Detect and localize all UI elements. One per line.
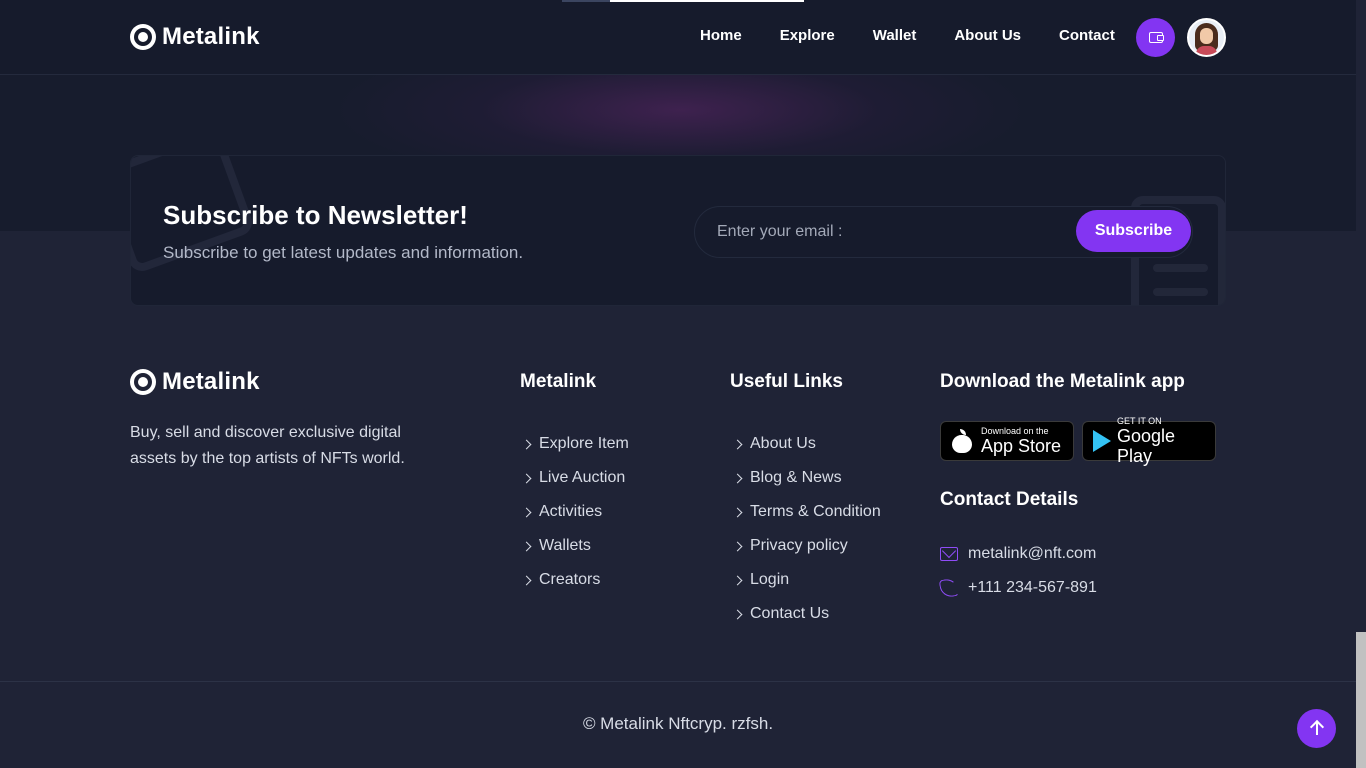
nav-home[interactable]: Home (700, 27, 742, 44)
nav-about-us[interactable]: About Us (954, 27, 1021, 44)
google-play-button[interactable]: GET IT ON Google Play (1082, 416, 1216, 466)
chevron-right-icon (732, 439, 743, 449)
footer-link-live-auction[interactable]: Live Auction (521, 461, 629, 495)
footer-logo[interactable]: Metalink (130, 368, 260, 396)
nav-explore[interactable]: Explore (780, 27, 835, 44)
wallet-button[interactable] (1136, 18, 1175, 57)
chevron-right-icon (732, 575, 743, 585)
chevron-right-icon (732, 507, 743, 517)
chevron-right-icon (521, 473, 532, 483)
metalink-logo-icon (130, 369, 156, 395)
header-logo[interactable]: Metalink (130, 23, 260, 51)
avatar-body (1196, 46, 1217, 55)
app-store-button[interactable]: Download on the App Store (940, 421, 1074, 461)
contact-details-title: Contact Details (940, 489, 1079, 510)
footer-links-metalink: Explore Item Live Auction Activities Wal… (521, 427, 629, 597)
chevron-right-icon (732, 473, 743, 483)
main-nav: Home Explore Wallet About Us Contact (700, 27, 1153, 44)
chevron-right-icon (521, 507, 532, 517)
google-play-small-text: GET IT ON (1117, 416, 1162, 426)
nav-wallet[interactable]: Wallet (873, 27, 917, 44)
newsletter-card: Subscribe to Newsletter! Subscribe to ge… (130, 155, 1226, 306)
chevron-right-icon (732, 609, 743, 619)
footer-link-login[interactable]: Login (732, 563, 881, 597)
user-avatar[interactable] (1187, 18, 1226, 57)
footer-link-contact-us[interactable]: Contact Us (732, 597, 881, 631)
site-header: Metalink Home Explore Wallet About Us Co… (0, 0, 1356, 75)
footer-link-terms[interactable]: Terms & Condition (732, 495, 881, 529)
app-store-big-text: App Store (981, 436, 1062, 456)
footer-link-privacy[interactable]: Privacy policy (732, 529, 881, 563)
google-play-big-text: Google Play (1117, 426, 1176, 466)
footer-link-about-us[interactable]: About Us (732, 427, 881, 461)
footer-link-activities[interactable]: Activities (521, 495, 629, 529)
app-store-small-text: Download on the (981, 426, 1049, 436)
footer-brand-name: Metalink (162, 368, 260, 395)
download-app-title: Download the Metalink app (940, 371, 1185, 392)
brand-name: Metalink (162, 23, 260, 50)
avatar-face (1200, 28, 1213, 44)
metalink-logo-icon (130, 24, 156, 50)
subscribe-button[interactable]: Subscribe (1076, 210, 1191, 252)
mail-icon (940, 547, 958, 561)
footer-link-explore-item[interactable]: Explore Item (521, 427, 629, 461)
footer-link-blog-news[interactable]: Blog & News (732, 461, 881, 495)
scrollbar-thumb[interactable] (1356, 632, 1366, 768)
chevron-right-icon (521, 541, 532, 551)
contact-phone[interactable]: +111 234-567-891 (938, 577, 1097, 599)
nav-contact[interactable]: Contact (1059, 27, 1115, 44)
top-progress-bar (562, 0, 804, 2)
wallet-icon (1148, 32, 1164, 43)
newsletter-title: Subscribe to Newsletter! (163, 200, 468, 230)
back-to-top-button[interactable] (1297, 709, 1336, 748)
footer-description: Buy, sell and discover exclusive digital… (130, 424, 405, 467)
copyright-text: © Metalink Nftcryp. rzfsh. (582, 714, 774, 733)
chevron-right-icon (732, 541, 743, 551)
arrow-up-icon (1315, 722, 1318, 735)
apple-icon (951, 429, 972, 453)
google-play-icon (1093, 430, 1111, 452)
chevron-right-icon (521, 575, 532, 585)
footer-links-useful: About Us Blog & News Terms & Condition P… (732, 427, 881, 631)
newsletter-subtitle: Subscribe to get latest updates and info… (163, 243, 524, 262)
phone-icon (938, 577, 960, 599)
footer-divider (0, 681, 1356, 682)
newsletter-email-input[interactable] (717, 220, 1047, 244)
contact-email[interactable]: metalink@nft.com (940, 545, 1096, 563)
chevron-right-icon (521, 439, 532, 449)
page-scrollbar[interactable] (1356, 0, 1366, 768)
footer-link-wallets[interactable]: Wallets (521, 529, 629, 563)
footer-col-title-useful-links: Useful Links (730, 371, 843, 392)
footer-col-title-metalink: Metalink (520, 371, 597, 392)
footer-link-creators[interactable]: Creators (521, 563, 629, 597)
